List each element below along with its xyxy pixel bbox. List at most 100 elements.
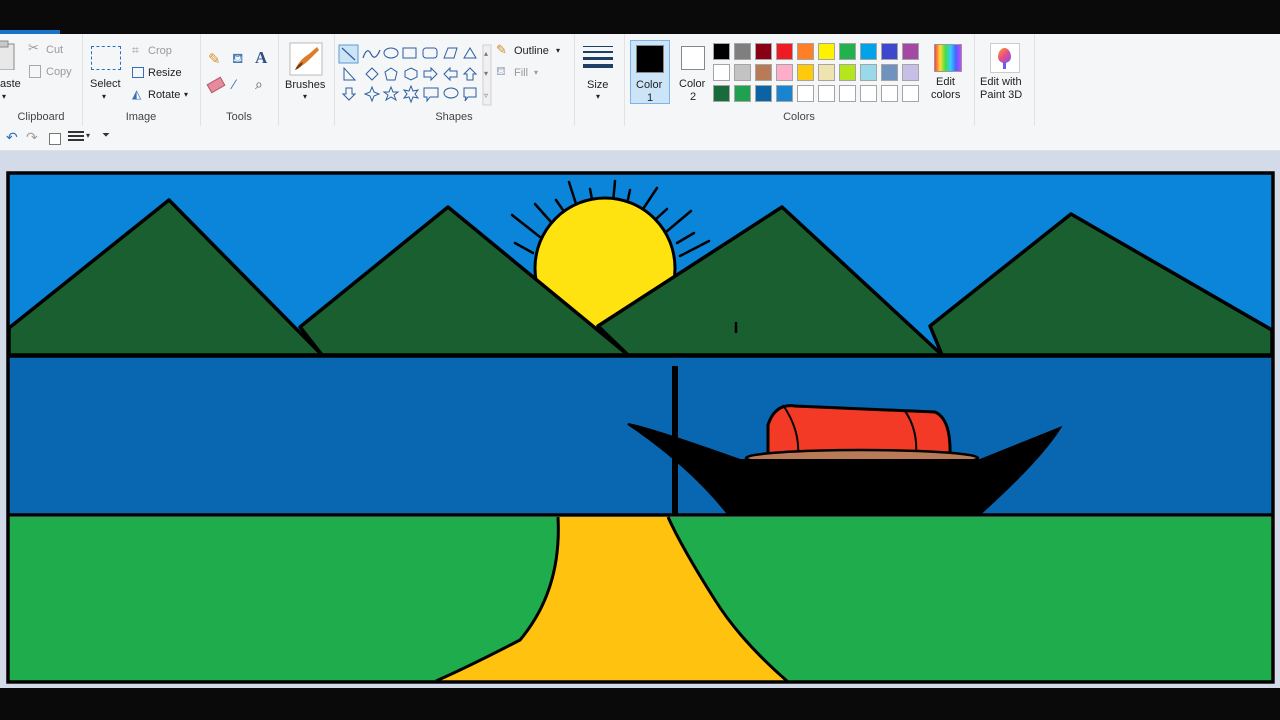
brushes-label: Brushes [285,79,326,91]
customize-dropdown-icon[interactable]: ▾ [86,131,90,140]
svg-text:▾: ▾ [484,69,488,78]
palette-swatch[interactable] [776,43,793,60]
palette-swatch[interactable] [713,64,730,81]
crop-label: Crop [148,45,172,57]
colors-group-label: Colors [783,111,815,123]
fill-icon: ⛾ [496,64,506,78]
palette-swatch[interactable] [713,85,730,102]
pencil-icon[interactable]: ✎ [208,50,221,68]
shapes-group: ▴ ▾ ▿ ✎ Outline ▾ ⛾ Fill ▾ Shapes [334,34,575,126]
eraser-icon[interactable] [206,76,226,94]
copy-button[interactable]: Copy [28,64,78,80]
paint3d-line2: Paint 3D [980,89,1023,101]
fill-button[interactable]: ⛾ Fill ▾ [496,64,568,81]
paste-icon [0,40,15,70]
palette-swatch[interactable] [881,85,898,102]
size-lines-icon [583,46,613,68]
select-button[interactable]: Select ▾ [88,44,124,104]
edit-with-paint3d-button[interactable]: Edit with Paint 3D [976,42,1032,104]
palette-swatch[interactable] [776,85,793,102]
paste-button[interactable]: aste ▾ [0,40,21,101]
color1-swatch [636,45,664,73]
color1-button[interactable]: Color 1 [630,40,670,104]
edit-colors-line1: Edit [936,76,955,88]
brushes-dropdown-arrow: ▾ [303,92,308,101]
palette-swatch[interactable] [881,64,898,81]
palette-swatch[interactable] [818,85,835,102]
ribbon: aste ▾ ✂ Cut Copy Clipboard Select ▾ ⌗ C… [0,34,1280,127]
outline-label: Outline [514,45,549,57]
tools-group-label: Tools [226,111,252,123]
palette-swatch[interactable] [755,43,772,60]
palette-swatch[interactable] [734,43,751,60]
resize-button[interactable]: Resize [132,65,192,81]
palette-swatch[interactable] [881,43,898,60]
shapes-gallery-icons: ▴ ▾ ▿ [338,44,492,106]
palette-swatch[interactable] [755,64,772,81]
color2-swatch [681,46,705,70]
paste-dropdown-arrow: ▾ [2,92,7,101]
shapes-gallery[interactable]: ▴ ▾ ▿ [338,44,492,106]
palette-swatch[interactable] [839,64,856,81]
palette-swatch[interactable] [734,64,751,81]
customize-lines-icon[interactable] [68,131,84,141]
size-dropdown-arrow: ▾ [596,92,601,101]
rotate-button[interactable]: ◭ Rotate ▾ [132,87,196,103]
drawing-canvas[interactable] [0,151,1280,688]
scissors-icon: ✂ [28,40,39,55]
new-icon[interactable] [49,133,61,145]
palette-swatch[interactable] [860,85,877,102]
fill-bucket-icon[interactable]: ⛾ [232,50,243,69]
outline-icon: ✎ [496,42,507,57]
size-group: Size ▾ [574,34,625,126]
color1-label-line1: Color [636,79,663,91]
size-button[interactable]: Size ▾ [580,44,618,106]
shapes-group-label: Shapes [435,111,473,123]
palette-swatch[interactable] [713,43,730,60]
palette-swatch[interactable] [902,43,919,60]
redo-icon[interactable]: ↷ [26,129,38,146]
edit-colors-button[interactable]: Edit colors [926,42,970,104]
palette-swatch[interactable] [797,43,814,60]
resize-label: Resize [148,67,182,79]
palette-swatch[interactable] [797,64,814,81]
palette-swatch[interactable] [902,85,919,102]
outline-dropdown-arrow: ▾ [556,46,561,55]
color2-label-line2: 2 [690,91,697,103]
resize-icon [132,67,144,78]
brushes-button[interactable]: Brushes ▾ [282,42,330,104]
clipboard-group: aste ▾ ✂ Cut Copy Clipboard [0,34,83,126]
colors-group: Color 1 Color 2 Edit colors Colors [624,34,975,126]
palette-swatch[interactable] [818,43,835,60]
cut-button[interactable]: ✂ Cut [28,40,78,58]
qat-overflow-icon[interactable]: ⏷ [102,130,110,141]
color-picker-icon[interactable]: ⁄ [233,76,235,92]
rotate-label: Rotate [148,89,181,101]
edit-colors-line2: colors [931,89,961,101]
palette-swatch[interactable] [755,85,772,102]
palette-swatch[interactable] [776,64,793,81]
palette-swatch[interactable] [839,43,856,60]
palette-swatch[interactable] [839,85,856,102]
copy-label: Copy [46,66,72,78]
size-label: Size [587,79,609,91]
palette-swatch[interactable] [818,64,835,81]
paint3d-icon [990,43,1020,73]
palette-swatch[interactable] [860,64,877,81]
outline-button[interactable]: ✎ Outline ▾ [496,42,568,59]
palette-swatch[interactable] [902,64,919,81]
undo-icon[interactable]: ↶ [6,129,18,146]
status-bar [0,688,1280,720]
palette-swatch[interactable] [797,85,814,102]
magnifier-icon[interactable]: ⌕ [255,76,263,93]
palette-swatch[interactable] [734,85,751,102]
select-icon [91,46,121,70]
crop-button[interactable]: ⌗ Crop [132,43,192,59]
text-icon[interactable]: A [255,48,267,68]
crop-icon: ⌗ [132,43,139,57]
palette-swatch[interactable] [860,43,877,60]
clipboard-group-label: Clipboard [17,111,65,123]
color2-button[interactable]: Color 2 [674,40,714,104]
color-palette [712,42,926,106]
paint3d-group: Edit with Paint 3D [974,34,1035,126]
